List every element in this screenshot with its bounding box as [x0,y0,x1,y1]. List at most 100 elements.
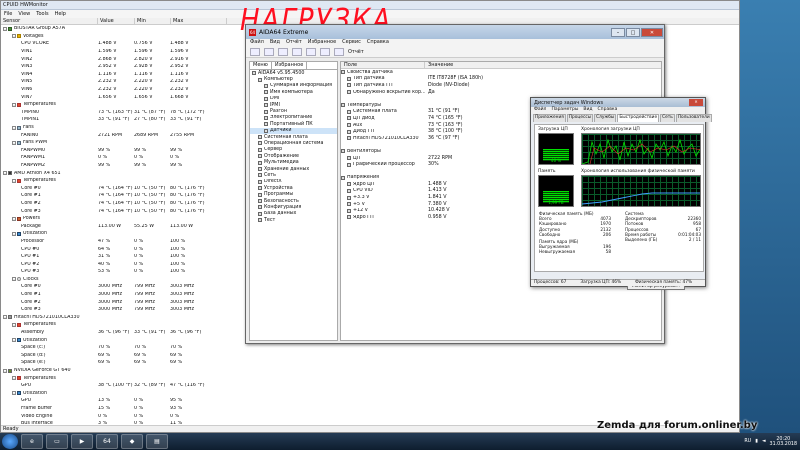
sensor-row[interactable]: GPU 38 °C (100 °F) 32 °C (89 °F) 47 °C (116… [1,382,231,390]
tab-menu[interactable]: Меню [250,62,272,69]
sensor-row[interactable]: Space (d:) 69 % 69 % 69 % [1,352,231,360]
expand-toggle-icon[interactable]: - [12,338,16,343]
menu-favorites[interactable]: Избранное [308,39,336,47]
sensor-row[interactable]: VIN5 2.232 V 2.220 V 2.232 V [1,78,231,86]
sensor-row[interactable]: GPU 13 % 0 % 95 % [1,397,231,405]
sensor-section[interactable]: Свойства датчика [341,69,661,76]
menu-service[interactable]: Сервис [342,39,361,47]
tree-node[interactable]: - Fans [1,124,231,132]
expand-toggle-icon[interactable]: - [12,376,16,381]
refresh-icon[interactable] [292,48,302,56]
expand-toggle-icon[interactable]: - [12,322,16,327]
network-icon[interactable]: ▮ [755,439,758,444]
sensor-row[interactable]: Package 113.00 W 55.25 W 113.00 W [1,222,231,230]
sensor-row[interactable]: VIN4 1.116 V 1.116 V 1.116 V [1,71,231,79]
tab-network[interactable]: Сеть [660,114,675,122]
user-icon[interactable] [306,48,316,56]
menu-help[interactable]: Справка [367,39,389,47]
tab-processes[interactable]: Процессы [566,114,594,122]
tree-node[interactable]: - Temperatures [1,321,231,329]
report-button[interactable]: Отчёт [348,49,364,55]
menu-view[interactable]: Вид [583,107,592,114]
menu-view[interactable]: View [18,11,30,17]
tab-performance[interactable]: Быстродействие [617,114,660,122]
tree-node[interactable]: - Powers [1,215,231,223]
tree-node[interactable]: - Temperatures [1,374,231,382]
menu-help[interactable]: Help [55,11,66,17]
tree-node[interactable]: - Fans PWM [1,139,231,147]
expand-toggle-icon[interactable]: - [12,34,16,39]
sensor-row[interactable]: Core #1 3000 MHz 799 MHz 3003 MHz [1,291,231,299]
tree-node[interactable]: - Temperatures [1,101,231,109]
aida-tree-item[interactable]: Тест [250,217,337,223]
back-icon[interactable] [250,48,260,56]
sensor-row[interactable]: VIN1 1.596 V 1.596 V 1.596 V [1,48,231,56]
forward-icon[interactable] [264,48,274,56]
language-indicator[interactable]: RU [744,439,751,444]
taskmgr-icon[interactable]: ▤ [146,434,168,449]
expand-toggle-icon[interactable]: - [3,26,7,31]
expand-toggle-icon[interactable]: - [12,216,16,221]
sensor-row[interactable]: VIN2 2.868 V 2.820 V 2.916 V [1,55,231,63]
start-button[interactable] [2,434,18,449]
tree-node[interactable]: - AMD Athlon X4 651 [1,169,231,177]
menu-file[interactable]: Файл [250,39,264,47]
sensor-row[interactable]: Space (c:) 70 % 70 % 70 % [1,344,231,352]
sensor-row[interactable]: CPU #0 64 % 0 % 100 % [1,245,231,253]
tree-node[interactable]: - Clocks [1,276,231,284]
col-max[interactable]: Max [171,18,227,24]
expand-toggle-icon[interactable]: - [3,368,7,373]
sensor-row[interactable]: Тип датчика ГП Diode (NV-Diode) [341,82,661,89]
sensor-row[interactable]: CPU #3 53 % 0 % 100 % [1,268,231,276]
tree-node[interactable]: - NVIDIA GeForce GT 640 [1,367,231,375]
expand-toggle-icon[interactable]: - [12,178,16,183]
tree-node[interactable]: - Utilization [1,336,231,344]
aida64-menu-pane[interactable]: Меню Избранное AIDA64 v5.95.4500 Компьюте… [249,61,338,341]
sensor-row[interactable]: CPU VCORE 1.488 V 0.756 V 1.488 V [1,40,231,48]
sensor-row[interactable]: Core #1 74 °C (164 °F) 10 °C (50 °F) 80 °C … [1,192,231,200]
sensor-row[interactable]: VIN3 2.952 V 2.928 V 2.952 V [1,63,231,71]
tree-node[interactable]: - Voltages [1,33,231,41]
col-value[interactable]: Value [98,18,135,24]
volume-icon[interactable]: ◄ [762,439,766,444]
sensor-row[interactable]: CPU #1 31 % 0 % 100 % [1,253,231,261]
close-button[interactable]: ✕ [641,27,663,37]
tree-node[interactable]: - Utilization [1,390,231,398]
sensor-row[interactable]: Space (e:) 69 % 69 % 69 % [1,359,231,367]
sensor-row[interactable]: FANPWM1 0 % 0 % 0 % [1,154,231,162]
task-manager-window[interactable]: Диспетчер задач Windows ✕ Файл Параметры… [530,97,712,290]
menu-options[interactable]: Параметры [551,107,578,114]
sensor-row[interactable]: Frame Buffer 15 % 0 % 93 % [1,405,231,413]
tab-applications[interactable]: Приложения [533,114,566,122]
aida64-icon[interactable]: 64 [96,434,118,449]
sensor-row[interactable]: Core #3 3000 MHz 799 MHz 3003 MHz [1,306,231,314]
expand-toggle-icon[interactable]: - [12,125,16,130]
task-manager-titlebar[interactable]: Диспетчер задач Windows ✕ [531,98,705,107]
expand-toggle-icon[interactable]: - [12,231,16,236]
sensor-row[interactable]: Assembly 36 °C (96 °F) 33 °C (91 °F) 36 °C … [1,329,231,337]
tab-users[interactable]: Пользователи [675,114,712,122]
sensor-row[interactable]: TMPIN1 33 °C (91 °F) 27 °C (80 °F) 33 °C (9… [1,116,231,124]
sensor-row[interactable]: Core #0 3000 MHz 799 MHz 3003 MHz [1,283,231,291]
close-button[interactable]: ✕ [689,99,703,106]
sensor-tree[interactable]: - BIOSTAR Group A57A - Voltages CPU VCORE 1.4… [1,25,231,427]
aida64-titlebar[interactable]: 64 AIDA64 Extreme – □ ✕ [246,25,664,39]
chart-icon[interactable] [320,48,330,56]
sensor-row[interactable]: TMPIN0 73 °C (163 °F) 31 °C (87 °F) 78 °C (… [1,109,231,117]
menu-file[interactable]: File [4,11,12,17]
media-icon[interactable]: ▶ [71,434,93,449]
report-icon[interactable] [334,48,344,56]
tree-node[interactable]: - Utilization [1,230,231,238]
col-field[interactable]: Поле [341,62,425,68]
sensor-row[interactable]: Core #2 74 °C (164 °F) 10 °C (50 °F) 80 °C … [1,200,231,208]
col-sensor[interactable]: Sensor [1,18,98,24]
expand-toggle-icon[interactable]: - [3,315,7,320]
tab-favorites[interactable]: Избранное [272,62,308,69]
ie-icon[interactable]: e [21,434,43,449]
tree-node[interactable]: - Hitachi HDS721010CLA330 [1,314,231,322]
expand-toggle-icon[interactable]: - [12,391,16,396]
menu-report[interactable]: Отчёт [286,39,302,47]
sensor-row[interactable]: Core #2 3000 MHz 799 MHz 3003 MHz [1,298,231,306]
col-value[interactable]: Значение [425,62,453,68]
hwmonitor-icon[interactable]: ◆ [121,434,143,449]
